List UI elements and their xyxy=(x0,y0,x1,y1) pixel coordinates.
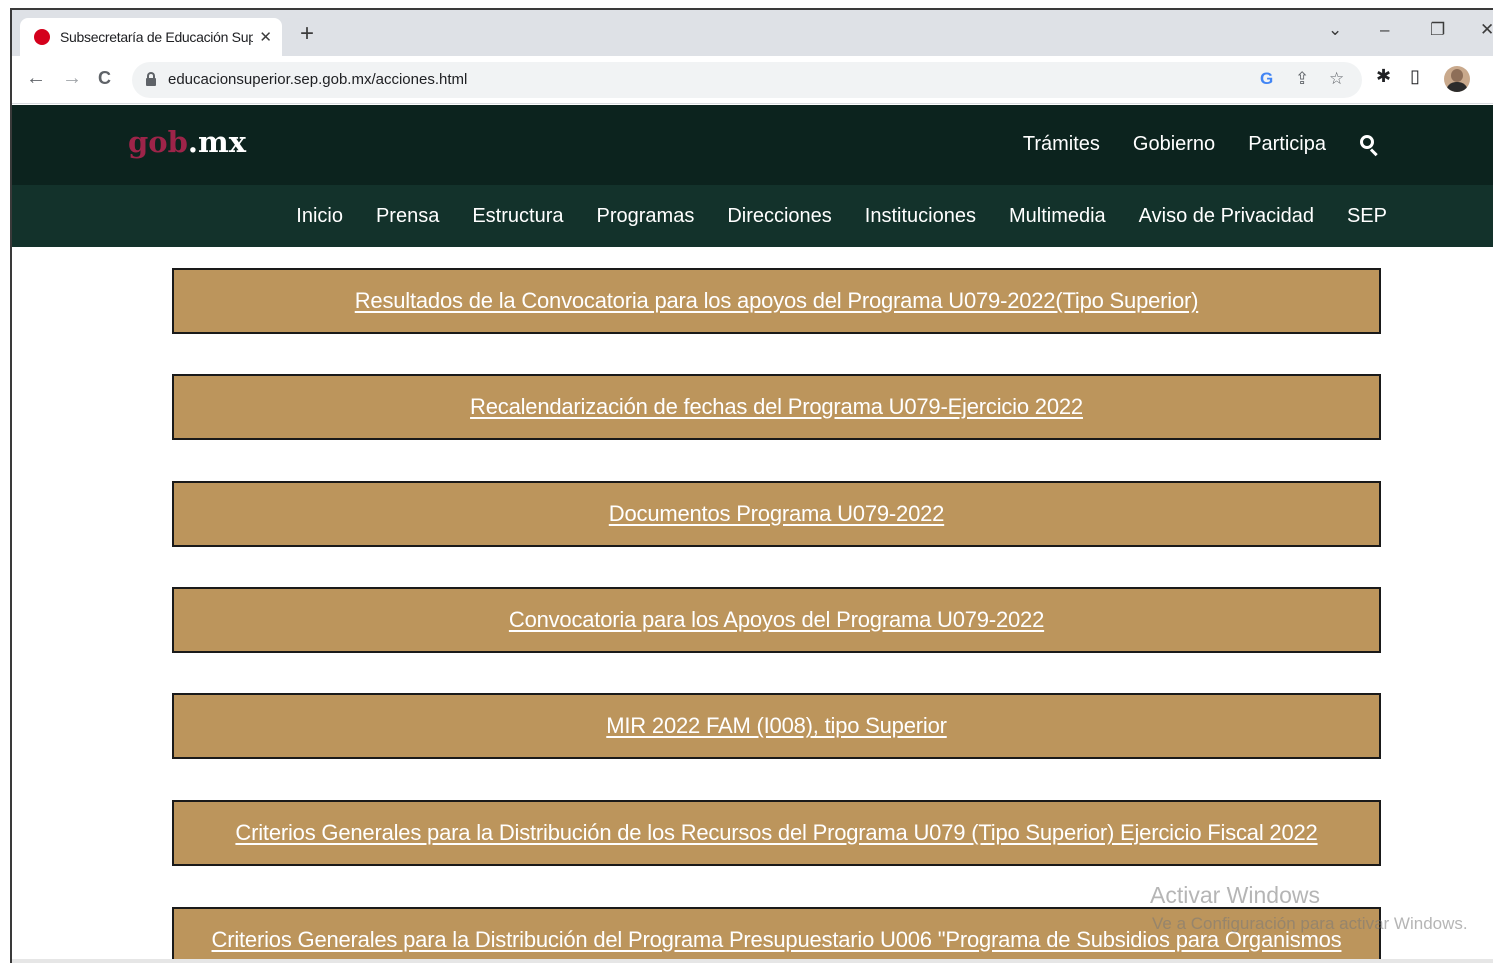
reload-icon[interactable]: C xyxy=(98,69,111,87)
document-link[interactable]: Convocatoria para los Apoyos del Program… xyxy=(509,607,1044,633)
url-text[interactable]: educacionsuperior.sep.gob.mx/acciones.ht… xyxy=(168,71,467,88)
nav-estructura[interactable]: Estructura xyxy=(472,205,563,228)
menu-icon[interactable]: ⋮ xyxy=(1486,66,1493,87)
side-panel-icon[interactable]: ▯ xyxy=(1410,66,1420,87)
main-nav: Inicio Prensa Estructura Programas Direc… xyxy=(12,185,1493,247)
link-box: Documentos Programa U079-2022 xyxy=(172,481,1381,547)
link-participa[interactable]: Participa xyxy=(1248,133,1326,156)
tab-search-icon[interactable]: ⌄ xyxy=(1328,20,1342,40)
header-links: Trámites Gobierno Participa xyxy=(1023,133,1379,156)
nav-direcciones[interactable]: Direcciones xyxy=(727,205,831,228)
browser-window: Subsecretaría de Educación Supe ✕ + ⌄ – … xyxy=(10,8,1493,963)
google-icon[interactable]: G xyxy=(1260,70,1273,87)
nav-inicio[interactable]: Inicio xyxy=(296,205,343,228)
document-link[interactable]: Documentos Programa U079-2022 xyxy=(609,501,945,527)
document-link[interactable]: MIR 2022 FAM (I008), tipo Superior xyxy=(606,713,947,739)
link-box: Resultados de la Convocatoria para los a… xyxy=(172,268,1381,334)
active-tab[interactable]: Subsecretaría de Educación Supe ✕ xyxy=(20,18,282,56)
extensions-icon[interactable]: ✱ xyxy=(1376,66,1391,87)
nav-multimedia[interactable]: Multimedia xyxy=(1009,205,1106,228)
tab-strip: Subsecretaría de Educación Supe ✕ + ⌄ – … xyxy=(12,10,1493,56)
nav-instituciones[interactable]: Instituciones xyxy=(865,205,976,228)
page-content: Resultados de la Convocatoria para los a… xyxy=(12,247,1493,963)
windows-activation-title: Activar Windows xyxy=(1150,882,1320,908)
new-tab-button[interactable]: + xyxy=(300,22,314,46)
share-icon[interactable]: ⇪ xyxy=(1295,70,1309,87)
profile-avatar[interactable] xyxy=(1444,66,1470,92)
nav-prensa[interactable]: Prensa xyxy=(376,205,439,228)
horizontal-scrollbar[interactable] xyxy=(12,959,1493,963)
nav-programas[interactable]: Programas xyxy=(597,205,695,228)
windows-activation-subtitle: Ve a Configuración para activar Windows. xyxy=(1152,914,1468,933)
document-link[interactable]: Recalendarización de fechas del Programa… xyxy=(470,394,1083,420)
link-box: Recalendarización de fechas del Programa… xyxy=(172,374,1381,440)
favicon-icon xyxy=(34,29,50,45)
site-header: gob.mx Trámites Gobierno Participa xyxy=(12,105,1493,185)
close-window-button[interactable]: ✕ xyxy=(1480,20,1493,40)
link-tramites[interactable]: Trámites xyxy=(1023,133,1100,156)
bookmark-star-icon[interactable]: ☆ xyxy=(1329,70,1344,87)
browser-toolbar: ← → C educacionsuperior.sep.gob.mx/accio… xyxy=(12,56,1493,104)
link-gobierno[interactable]: Gobierno xyxy=(1133,133,1215,156)
address-bar[interactable]: educacionsuperior.sep.gob.mx/acciones.ht… xyxy=(132,62,1362,98)
link-box: Convocatoria para los Apoyos del Program… xyxy=(172,587,1381,653)
lock-icon[interactable] xyxy=(146,72,156,86)
document-link[interactable]: Resultados de la Convocatoria para los a… xyxy=(355,288,1199,314)
gob-mx-logo[interactable]: gob.mx xyxy=(128,125,246,159)
minimize-button[interactable]: – xyxy=(1380,20,1389,40)
tab-close-icon[interactable]: ✕ xyxy=(259,28,272,46)
restore-button[interactable]: ❐ xyxy=(1430,20,1445,40)
forward-icon[interactable]: → xyxy=(62,68,82,88)
nav-sep[interactable]: SEP xyxy=(1347,205,1387,228)
tab-title: Subsecretaría de Educación Supe xyxy=(60,29,254,45)
document-link[interactable]: Criterios Generales para la Distribución… xyxy=(235,820,1317,846)
back-icon[interactable]: ← xyxy=(26,68,46,88)
link-box: Criterios Generales para la Distribución… xyxy=(172,800,1381,866)
link-box: MIR 2022 FAM (I008), tipo Superior xyxy=(172,693,1381,759)
nav-aviso-privacidad[interactable]: Aviso de Privacidad xyxy=(1139,205,1314,228)
search-icon[interactable] xyxy=(1359,134,1379,156)
